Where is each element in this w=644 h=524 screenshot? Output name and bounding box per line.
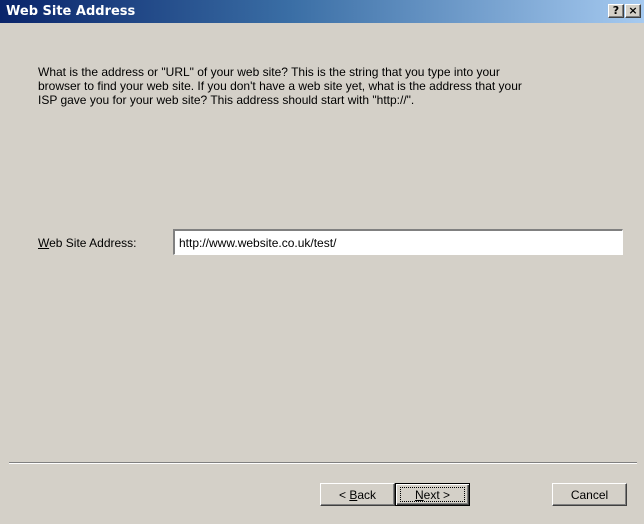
title-bar[interactable]: Web Site Address ? × xyxy=(0,0,644,23)
back-label: ack xyxy=(357,487,377,502)
label-mnemonic: W xyxy=(38,236,50,250)
next-mnemonic: N xyxy=(414,487,424,502)
description-text: What is the address or "URL" of your web… xyxy=(38,65,522,107)
cancel-button[interactable]: Cancel xyxy=(552,483,627,506)
next-label: ext > xyxy=(423,487,451,502)
next-button[interactable]: Next > xyxy=(395,483,470,506)
help-icon: ? xyxy=(612,4,620,17)
divider xyxy=(9,462,637,464)
help-button[interactable]: ? xyxy=(608,4,624,18)
label-text: eb Site Address: xyxy=(49,236,137,250)
close-button[interactable]: × xyxy=(625,4,641,18)
close-icon: × xyxy=(628,4,638,17)
window-title: Web Site Address xyxy=(6,4,136,19)
back-button[interactable]: < Back xyxy=(320,483,395,506)
back-prefix: < xyxy=(338,487,350,502)
web-site-address-label: Web Site Address: xyxy=(38,236,137,250)
web-site-address-input[interactable] xyxy=(173,229,623,255)
